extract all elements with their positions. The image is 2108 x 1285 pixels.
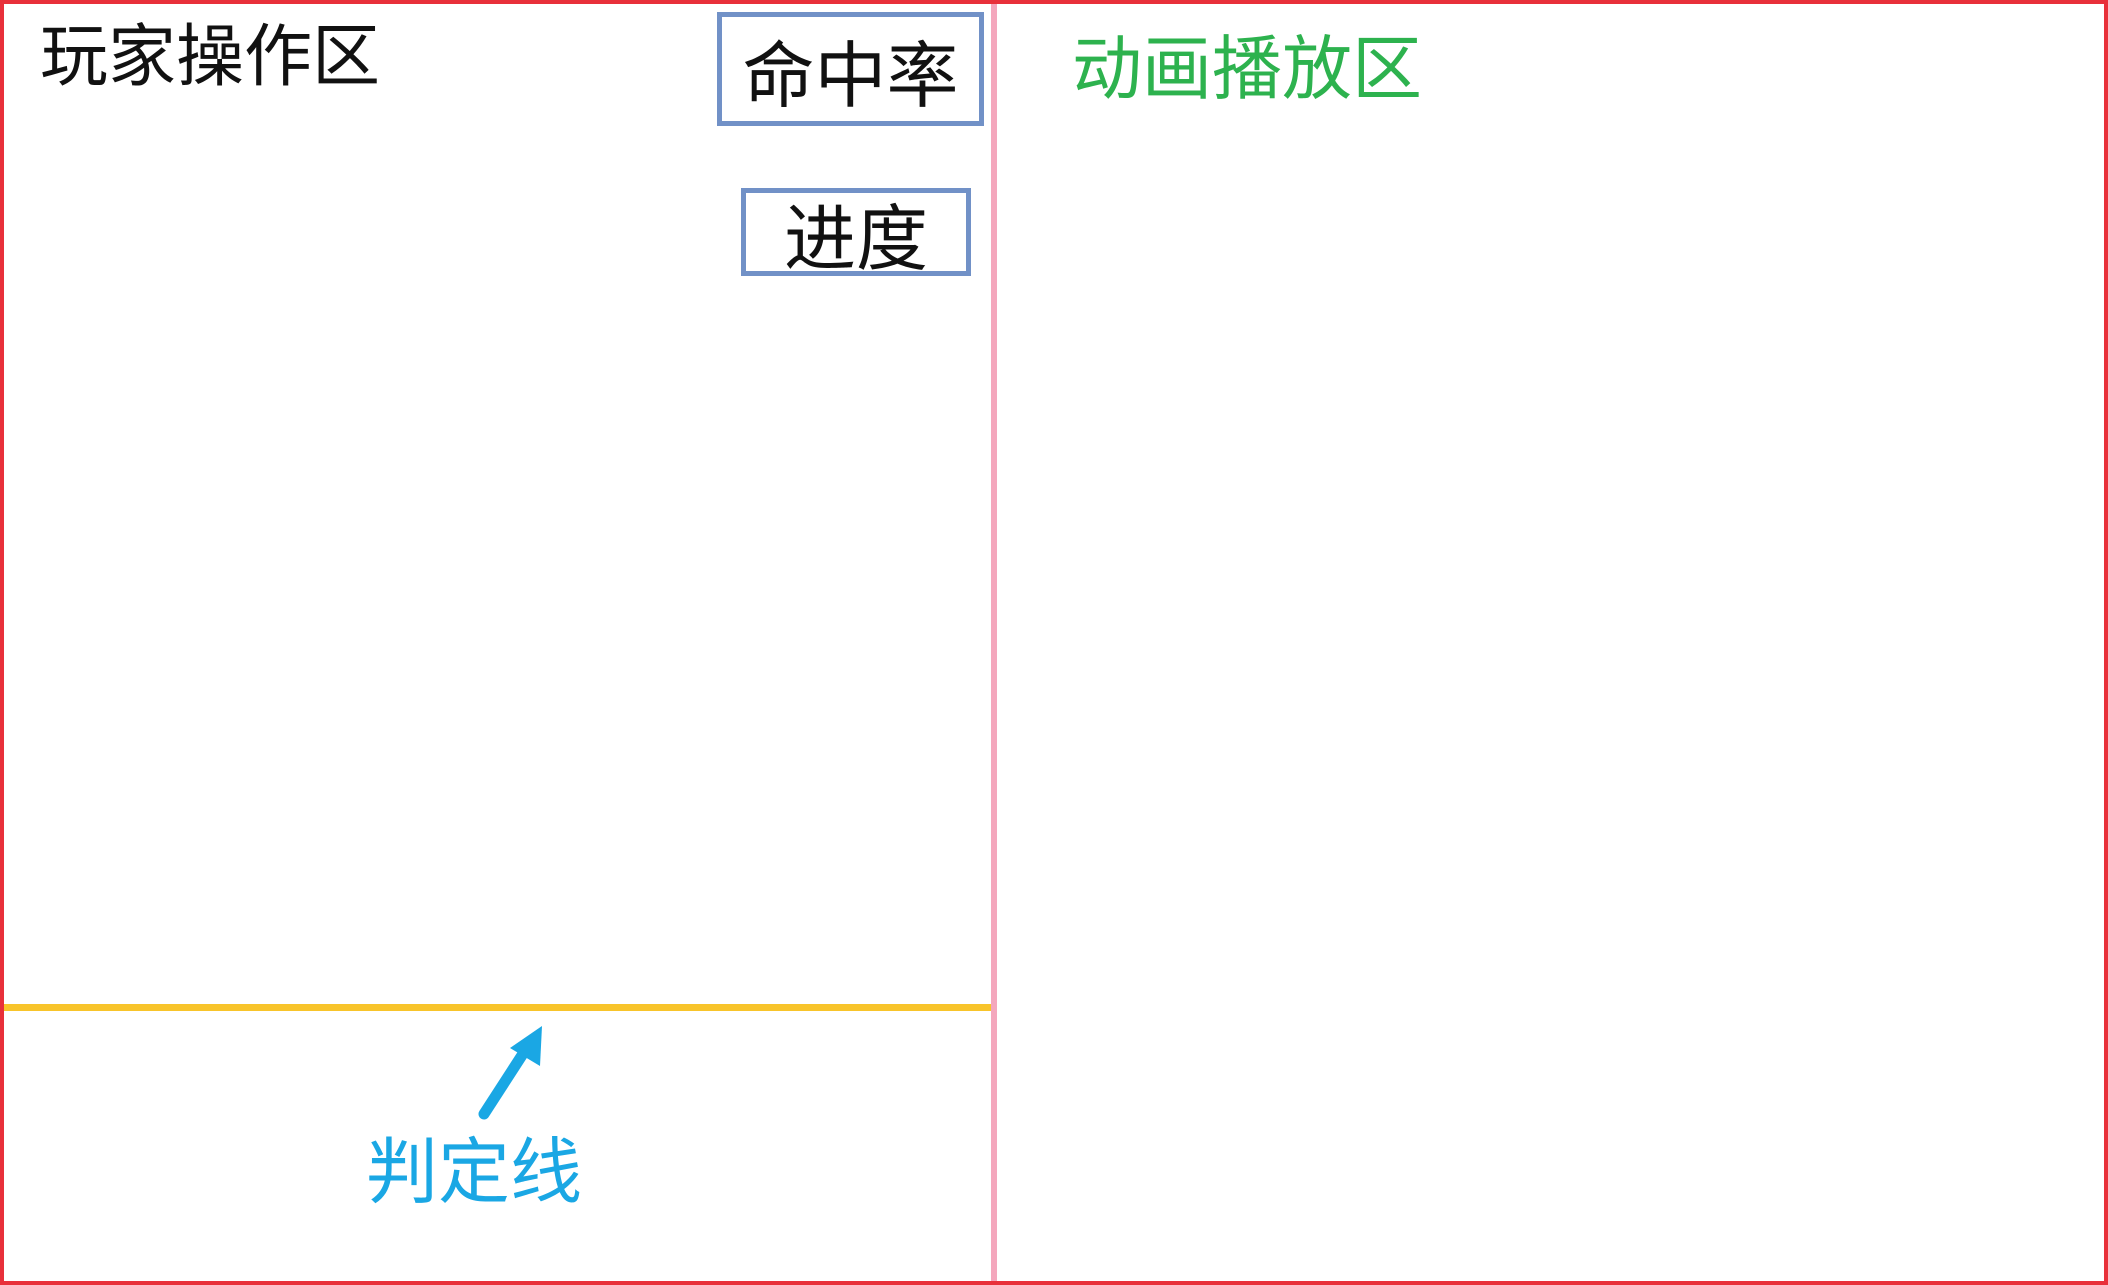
player-area-title: 玩家操作区 — [40, 18, 381, 97]
hit-rate-box: 命中率 — [717, 12, 984, 126]
judge-line — [4, 1004, 991, 1011]
arrow-up-right-icon — [478, 1026, 542, 1120]
progress-box: 进度 — [741, 188, 971, 281]
outer-frame — [0, 0, 2108, 1285]
judge-line-label: 判定线 — [366, 1130, 583, 1214]
animation-area-title: 动画播放区 — [1072, 28, 1422, 110]
area-divider — [991, 4, 997, 1281]
